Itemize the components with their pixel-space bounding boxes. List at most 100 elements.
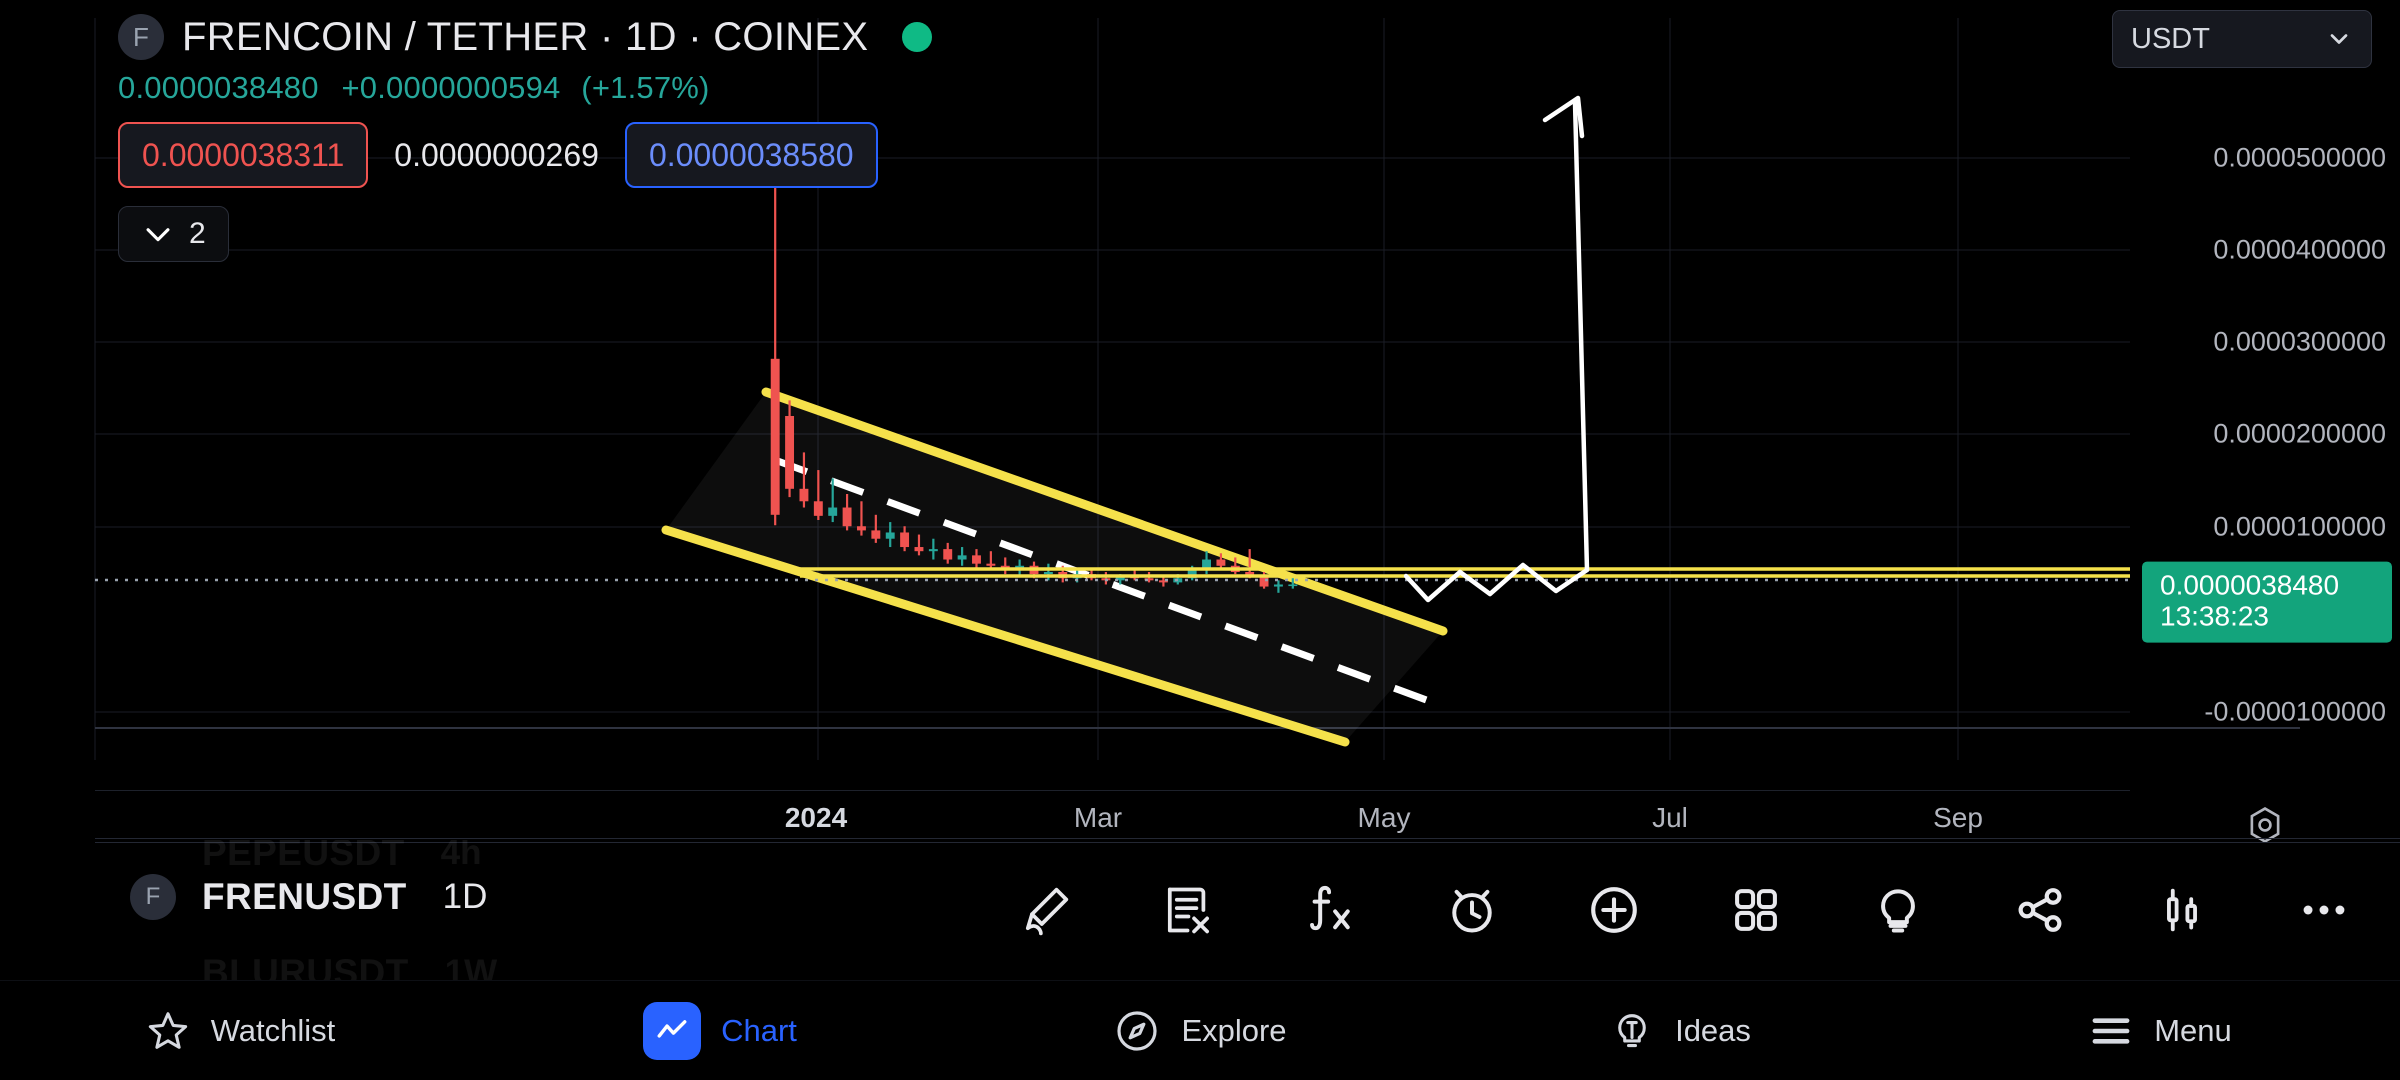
nav-label: Explore (1181, 1013, 1286, 1049)
last-price: 0.0000038480 (118, 70, 319, 105)
price-tick-label: 0.0000100000 (2213, 512, 2386, 543)
layouts-button[interactable] (1710, 864, 1802, 956)
time-tick-label: 2024 (785, 802, 847, 834)
current-price-value: 0.0000038480 (2160, 570, 2376, 601)
alarm-clock-icon (1444, 882, 1500, 938)
ellipsis-icon (2295, 881, 2353, 939)
chart-header: F FRENCOIN / TETHER · 1D · COINEX 0.0000… (0, 0, 2400, 262)
symbol-title-row[interactable]: F FRENCOIN / TETHER · 1D · COINEX (0, 0, 2400, 60)
add-button[interactable] (1568, 864, 1660, 956)
symbol-logo-badge: F (118, 14, 164, 60)
page-title[interactable]: FRENCOIN / TETHER · 1D · COINEX (182, 15, 868, 60)
time-tick-label: Sep (1933, 802, 1983, 834)
time-axis-divider (95, 838, 2400, 839)
candle-body (986, 564, 995, 566)
share-button[interactable] (1994, 864, 2086, 956)
plus-circle-icon (1585, 881, 1643, 939)
bid-ask-row: 0.0000038311 0.0000000269 0.0000038580 (0, 106, 2400, 188)
lightbulb-icon (1870, 882, 1926, 938)
time-tick-label: Jul (1652, 802, 1688, 834)
tradingview-chart-screen: 0.0000500000 0.0000400000 0.0000300000 0… (0, 0, 2400, 1080)
candle-body (915, 547, 924, 551)
ask-price-box[interactable]: 0.0000038580 (625, 122, 878, 188)
symbol-name: FRENUSDT (202, 876, 407, 918)
time-tick-label: May (1358, 802, 1411, 834)
fx-icon (1302, 882, 1358, 938)
candle-body (886, 532, 895, 538)
candle-body (828, 508, 837, 516)
lightbulb-icon (1609, 1008, 1655, 1054)
chart-line-icon (643, 1002, 701, 1060)
nav-label: Ideas (1675, 1013, 1751, 1049)
symbol-name: PEPEUSDT (202, 840, 405, 874)
candle-body (814, 501, 823, 516)
ideas-button[interactable] (1852, 864, 1944, 956)
candle-body (799, 489, 808, 501)
nav-item-chart[interactable]: Chart (480, 1002, 960, 1060)
list-item-current[interactable]: F FRENUSDT 1D (130, 874, 487, 920)
pencil-icon (1018, 882, 1074, 938)
grid-icon (1729, 883, 1783, 937)
candle-body (1216, 560, 1225, 566)
share-icon (2012, 882, 2068, 938)
list-item-next[interactable]: BLURUSDT 1W (130, 952, 497, 980)
candle-body (857, 526, 866, 530)
price-change-percent: (+1.57%) (581, 70, 709, 105)
alerts-button[interactable] (1426, 864, 1518, 956)
currency-select-value: USDT (2131, 23, 2210, 56)
symbol-logo-badge: F (130, 874, 176, 920)
candle-body (871, 530, 880, 538)
nav-item-menu[interactable]: Menu (1920, 1008, 2400, 1054)
candle-body (1274, 584, 1283, 586)
symbol-timeframe: 1W (445, 953, 498, 980)
chart-toolbar (980, 840, 2400, 980)
price-change-absolute: +0.0000000594 (342, 70, 561, 105)
time-tick-label: Mar (1074, 802, 1122, 834)
candle-body (972, 555, 981, 563)
nav-item-ideas[interactable]: Ideas (1440, 1008, 1920, 1054)
candle-body (1288, 584, 1297, 586)
market-open-status-dot (902, 22, 932, 52)
remove-drawings-button[interactable] (1142, 864, 1234, 956)
nav-label: Menu (2154, 1013, 2232, 1049)
symbol-timeframe: 4h (441, 840, 482, 873)
bottom-navigation: Watchlist Chart Explore (0, 980, 2400, 1080)
chart-type-button[interactable] (2136, 864, 2228, 956)
bid-price-box[interactable]: 0.0000038311 (118, 122, 368, 188)
candle-body (943, 549, 952, 559)
price-tick-label: 0.0000300000 (2213, 327, 2386, 358)
candle-body (843, 508, 852, 527)
spread-value: 0.0000000269 (368, 137, 625, 174)
depth-selector-button[interactable]: 2 (118, 206, 229, 262)
nav-item-watchlist[interactable]: Watchlist (0, 1008, 480, 1054)
more-button[interactable] (2278, 864, 2370, 956)
price-tick-label: -0.0000100000 (2204, 697, 2386, 728)
candle-body (958, 555, 967, 559)
ticks-row: 2 (0, 188, 2400, 262)
candle-body (900, 532, 909, 547)
hamburger-icon (2088, 1008, 2134, 1054)
currency-select[interactable]: USDT (2112, 10, 2372, 68)
symbol-timeframe: 1D (443, 877, 488, 917)
nav-item-explore[interactable]: Explore (960, 1007, 1440, 1055)
bar-countdown: 13:38:23 (2160, 601, 2376, 632)
nav-label: Chart (721, 1013, 797, 1049)
symbol-name: BLURUSDT (202, 952, 409, 980)
candle-body (929, 549, 938, 551)
compass-icon (1113, 1007, 1161, 1055)
draw-tools-button[interactable] (1000, 864, 1092, 956)
list-item-prev[interactable]: PEPEUSDT 4h (130, 840, 482, 874)
star-icon (145, 1008, 191, 1054)
candle-body (1044, 572, 1053, 574)
document-x-icon (1160, 882, 1216, 938)
indicators-button[interactable] (1284, 864, 1376, 956)
chevron-down-icon (141, 217, 175, 251)
current-price-tag[interactable]: 0.0000038480 13:38:23 (2142, 562, 2392, 643)
quote-row: 0.0000038480 +0.0000000594 (+1.57%) (0, 60, 2400, 106)
price-tick-label: 0.0000200000 (2213, 419, 2386, 450)
candlestick-icon (2155, 883, 2209, 937)
time-axis-top-divider (95, 790, 2130, 791)
nav-label: Watchlist (211, 1013, 336, 1049)
candle-body (785, 416, 794, 489)
candle-body (771, 359, 780, 515)
